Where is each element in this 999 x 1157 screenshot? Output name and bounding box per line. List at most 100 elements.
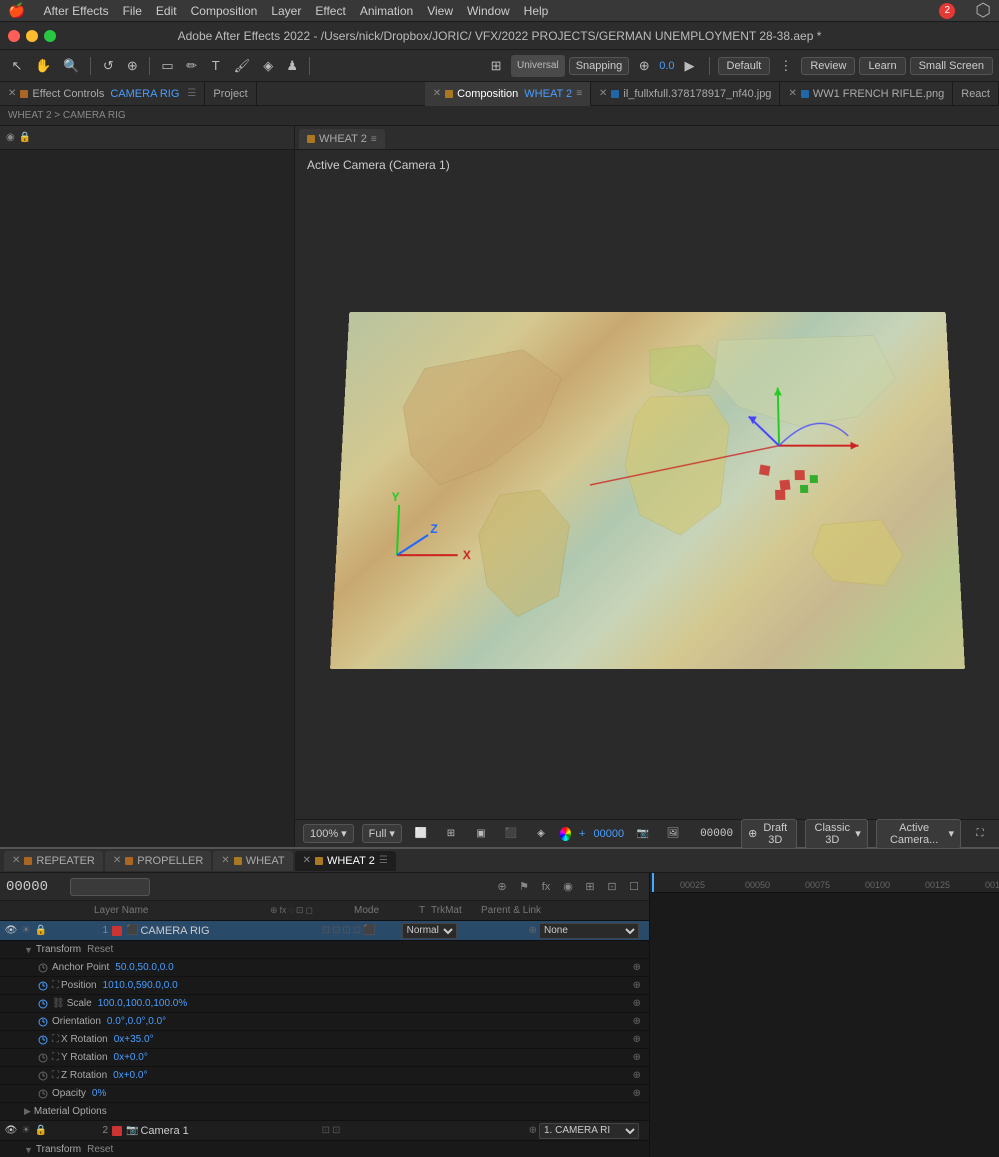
timeline-icon-7[interactable]: ☐ (625, 878, 643, 896)
pen-tool[interactable]: ✏ (181, 55, 203, 77)
camera-control[interactable]: Active Camera... ▾ (876, 819, 961, 849)
close-icon-layer[interactable]: ✕ (599, 88, 607, 99)
renderer-control[interactable]: Classic 3D ▾ (805, 819, 867, 849)
close-repeater-icon[interactable]: ✕ (12, 855, 20, 866)
tab-wheat2[interactable]: ✕ WHEAT 2 ☰ (295, 851, 396, 871)
wheat2-menu-icon[interactable]: ☰ (379, 855, 388, 866)
zoom-control[interactable]: 100% ▾ (303, 824, 354, 843)
layer-2-parent-select[interactable]: 1. CAMERA RI (539, 1123, 639, 1139)
menu-view[interactable]: View (427, 4, 453, 18)
cam-transform-collapse-icon[interactable]: ▼ (24, 1145, 33, 1155)
transform-reset-btn[interactable]: Reset (87, 944, 113, 955)
tab-footage[interactable]: ✕ WW1 FRENCH RIFLE.png (780, 82, 953, 106)
layer-2-solo-icon[interactable]: ☀ (19, 1124, 33, 1138)
selection-tool[interactable]: ↖ (6, 55, 28, 77)
x-rotation-value[interactable]: 0x+35.0° (114, 1034, 154, 1045)
close-button[interactable] (8, 30, 20, 42)
text-tool[interactable]: T (205, 55, 227, 77)
panel-toggle-icon[interactable]: ◉ (6, 132, 15, 143)
layer-row-2[interactable]: 👁 ☀ 🔒 2 📷 Camera 1 ⊡ ⊡ ⊕ (0, 1121, 649, 1141)
color-picker-icon[interactable] (560, 827, 571, 841)
menu-window[interactable]: Window (467, 4, 510, 18)
opacity-value[interactable]: 0% (92, 1088, 106, 1099)
scale-stopwatch[interactable] (36, 999, 50, 1009)
close-icon-comp[interactable]: ✕ (433, 88, 441, 99)
layer-2-eye-icon[interactable]: 👁 (4, 1124, 18, 1138)
tab-composition[interactable]: ✕ Composition WHEAT 2 ≡ (425, 82, 591, 106)
workspace-menu-icon[interactable]: ⋮ (774, 55, 797, 77)
timeline-icon-2[interactable]: ⚑ (515, 878, 533, 896)
zoom-tool[interactable]: 🔍 (58, 55, 84, 77)
view-mode-icon-4[interactable]: ⬛ (500, 823, 522, 845)
timeline-icon-1[interactable]: ⊕ (493, 878, 511, 896)
menu-file[interactable]: File (123, 4, 142, 18)
apple-menu[interactable]: 🍎 (8, 2, 25, 19)
timeline-icon-5[interactable]: ⊞ (581, 878, 599, 896)
timeline-icon-6[interactable]: ⊡ (603, 878, 621, 896)
magnet-icon[interactable]: ⊕ (633, 55, 655, 77)
tab-effect-controls[interactable]: ✕ Effect Controls CAMERA RIG ☰ (0, 82, 205, 106)
view-mode-icon-5[interactable]: ◈ (530, 823, 552, 845)
small-screen-workspace-button[interactable]: Small Screen (910, 57, 993, 75)
tab-wheat[interactable]: ✕ WHEAT (213, 851, 292, 871)
comp-tab-wheat2[interactable]: WHEAT 2 ≡ (299, 129, 385, 149)
panel-options-icon[interactable]: ☰ (187, 88, 196, 99)
menu-ae[interactable]: After Effects (43, 4, 108, 18)
view-mode-icon-3[interactable]: ▣ (470, 823, 492, 845)
layer-row-1[interactable]: 👁 ☀ 🔒 1 ⬛ CAMERA RIG ⊡ ⊡ ⊡ ⊡ ⬛ (0, 921, 649, 941)
position-stopwatch[interactable] (36, 981, 50, 991)
layer-1-switch-4[interactable]: ⊡ (353, 925, 361, 936)
tab-layer[interactable]: ✕ il_fullxfull.378178917_nf40.jpg (591, 82, 780, 106)
orientation-stopwatch[interactable] (36, 1017, 50, 1027)
menu-edit[interactable]: Edit (156, 4, 177, 18)
rect-tool[interactable]: ▭ (156, 55, 178, 77)
view-mode-icon-2[interactable]: ⊞ (440, 823, 462, 845)
panel-lock-icon[interactable]: 🔒 (19, 132, 31, 143)
y-rotation-stopwatch[interactable] (36, 1053, 50, 1063)
default-workspace-button[interactable]: Default (718, 57, 771, 75)
layer-1-switch-3[interactable]: ⊡ (342, 925, 350, 936)
x-rotation-stopwatch[interactable] (36, 1035, 50, 1045)
maximize-button[interactable] (44, 30, 56, 42)
brush-tool[interactable]: 🖌 (229, 55, 256, 77)
render-mode-control[interactable]: ⊕ Draft 3D (741, 819, 797, 849)
layer-1-parent-select[interactable]: None (539, 923, 639, 939)
comp-expand-icon[interactable]: ≡ (576, 88, 582, 99)
layer-1-lock-icon[interactable]: 🔒 (34, 924, 48, 938)
orientation-value[interactable]: 0.0°,0.0°,0.0° (107, 1016, 166, 1027)
show-snapshot-btn[interactable]: 🖼 (662, 823, 684, 845)
full-screen-btn[interactable]: ⛶ (969, 823, 991, 845)
menu-layer[interactable]: Layer (271, 4, 301, 18)
add-marker-btn[interactable]: + (579, 828, 585, 840)
clone-tool[interactable]: ◈ (257, 55, 279, 77)
layer-search-input[interactable] (70, 878, 150, 896)
universal-button[interactable]: Universal (511, 55, 565, 77)
y-rotation-value[interactable]: 0x+0.0° (114, 1052, 148, 1063)
hand-tool[interactable]: ✋ (30, 55, 56, 77)
puppet-tool[interactable]: ♟ (281, 55, 303, 77)
layer-2-switch-2[interactable]: ⊡ (332, 1125, 340, 1136)
tab-repeater[interactable]: ✕ REPEATER (4, 851, 103, 871)
tab-propeller[interactable]: ✕ PROPELLER (105, 851, 211, 871)
layer-1-3d-switch[interactable]: ⬛ (363, 925, 375, 936)
close-propeller-icon[interactable]: ✕ (113, 855, 121, 866)
close-wheat-icon[interactable]: ✕ (221, 855, 229, 866)
snapshot-btn[interactable]: 📷 (632, 823, 654, 845)
transform-collapse-icon[interactable]: ▼ (24, 945, 33, 955)
layer-2-color[interactable] (112, 1126, 122, 1136)
layer-2-switch-1[interactable]: ⊡ (322, 1125, 330, 1136)
menu-help[interactable]: Help (524, 4, 549, 18)
menu-animation[interactable]: Animation (360, 4, 413, 18)
snapping-button[interactable]: Snapping (569, 57, 630, 75)
view-mode-icon-1[interactable]: ⬜ (410, 823, 432, 845)
position-value[interactable]: 1010.0,590.0,0.0 (103, 980, 178, 991)
comp-tab-menu[interactable]: ≡ (371, 134, 377, 145)
tab-react[interactable]: React (953, 82, 999, 106)
preview-button[interactable]: ▶ (679, 55, 701, 77)
learn-workspace-button[interactable]: Learn (859, 57, 905, 75)
review-workspace-button[interactable]: Review (801, 57, 855, 75)
playhead[interactable] (652, 873, 654, 892)
layer-2-lock-icon[interactable]: 🔒 (34, 1124, 48, 1138)
close-icon-ec[interactable]: ✕ (8, 88, 16, 99)
timeline-icon-4[interactable]: ◉ (559, 878, 577, 896)
